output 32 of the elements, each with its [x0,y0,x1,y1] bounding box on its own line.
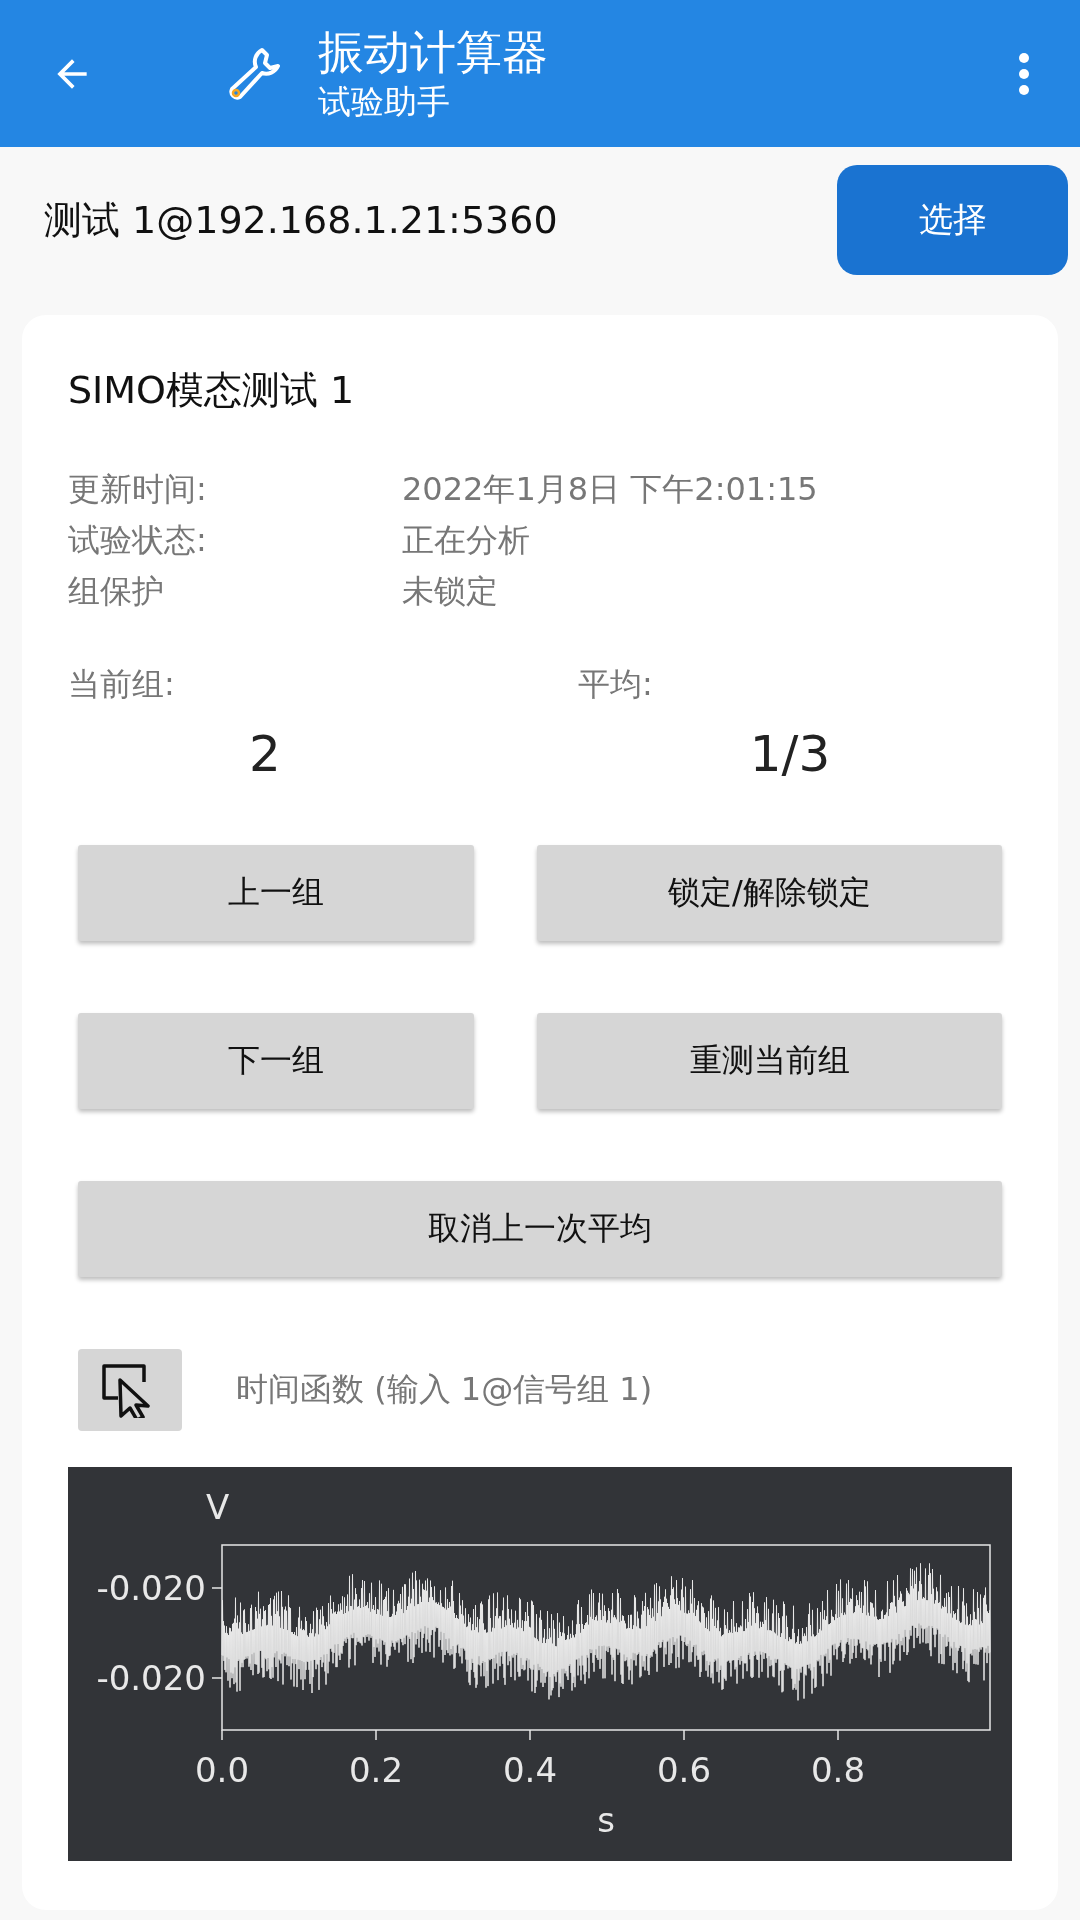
action-button[interactable]: 上一组 [78,845,474,941]
plot-caption: 时间函数 (输入 1@信号组 1) [236,1369,653,1410]
tick-label: 0.8 [810,1750,866,1790]
connection-label: 测试 1@192.168.1.21:5360 [44,196,558,244]
app-subtitle: 试验助手 [318,80,451,123]
action-button[interactable]: 锁定/解除锁定 [537,845,1002,941]
info-value: 正在分析 [402,520,531,561]
select-plot-button[interactable] [78,1349,182,1431]
info-label: 组保护 [68,571,165,612]
tick-label: 0.2 [348,1750,404,1790]
test-title: SIMO模态测试 1 [68,367,356,414]
info-label: 试验状态: [68,520,208,561]
info-value: 2022年1月8日 下午2:01:15 [402,469,819,510]
tick-label: 0.4 [502,1750,558,1790]
tick-label: 0.6 [656,1750,712,1790]
action-button[interactable]: 下一组 [78,1013,474,1109]
tick-label: -0.020 [96,1568,206,1608]
stat-label: 平均: [578,664,653,705]
app-title: 振动计算器 [318,23,549,80]
axis-label: V [206,1487,230,1527]
info-value: 未锁定 [402,571,499,612]
info-label: 更新时间: [68,469,208,510]
select-button[interactable]: 选择 [837,165,1068,275]
action-button[interactable]: 重测当前组 [537,1013,1002,1109]
stat-label: 当前组: [68,664,175,705]
tick-label: -0.020 [96,1658,206,1698]
action-button[interactable]: 取消上一次平均 [78,1181,1002,1277]
tick-label: 0.0 [194,1750,250,1790]
stat-value: 1/3 [749,725,831,783]
more-icon[interactable] [1018,51,1030,96]
axis-label: s [597,1800,615,1840]
stat-value: 2 [249,725,281,783]
